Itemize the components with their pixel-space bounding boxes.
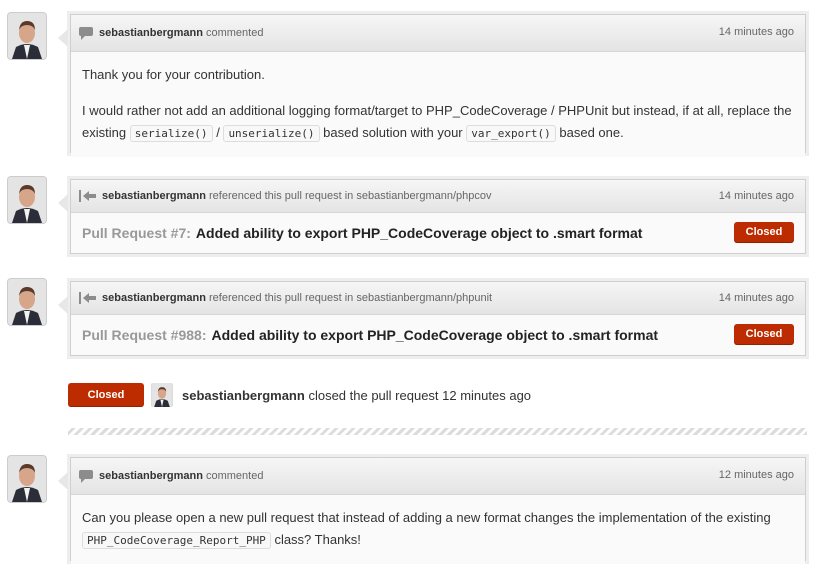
author-link[interactable]: sebastianbergmann <box>182 388 305 403</box>
action-text: referenced this pull request in sebastia… <box>208 292 493 304</box>
closed-state-badge: Closed <box>734 324 794 345</box>
comment-icon <box>79 26 93 40</box>
timestamp[interactable]: 14 minutes ago <box>719 26 794 38</box>
timestamp[interactable]: 14 minutes ago <box>719 190 794 202</box>
closed-event: Closed sebastianbergmann closed the pull… <box>68 383 531 407</box>
closed-state-badge: Closed <box>734 222 794 243</box>
author-link[interactable]: sebastianbergmann <box>102 292 206 304</box>
inline-code: serialize() <box>129 125 213 142</box>
action-text: referenced this pull request in sebastia… <box>208 190 492 202</box>
pull-request-ref: Pull Request #7: Added ability to export … <box>71 213 805 253</box>
author-link[interactable]: sebastianbergmann <box>99 470 203 482</box>
author-link[interactable]: sebastianbergmann <box>99 27 203 39</box>
comment-paragraph: Can you please open a new pull request t… <box>82 510 771 549</box>
author-link[interactable]: sebastianbergmann <box>102 190 206 202</box>
reference-header: sebastianbergmann referenced this pull r… <box>71 180 805 213</box>
avatar[interactable] <box>8 177 46 223</box>
inline-code: PHP_CodeCoverage_Report_PHP <box>82 532 271 549</box>
comment-box: sebastianbergmann commented 12 minutes a… <box>58 457 806 564</box>
reference-icon <box>79 190 96 202</box>
timestamp[interactable]: 12 minutes ago <box>719 469 794 481</box>
pull-request-ref: Pull Request #988: Added ability to expor… <box>71 315 805 355</box>
action-text: commented <box>205 27 264 39</box>
comment-body: Thank you for your contribution. I would… <box>71 52 805 157</box>
timeline-divider <box>68 428 807 435</box>
comment-paragraph: I would rather not add an additional log… <box>82 103 792 142</box>
action-text: commented <box>205 470 264 482</box>
comment-header: sebastianbergmann commented 12 minutes a… <box>71 458 805 495</box>
timestamp[interactable]: 14 minutes ago <box>719 292 794 304</box>
comment-icon <box>79 469 93 483</box>
event-text: closed the pull request 12 minutes ago <box>308 387 532 403</box>
pull-request-link[interactable]: Pull Request #988: Added ability to expor… <box>82 327 658 343</box>
comment-box: sebastianbergmann commented 14 minutes a… <box>58 14 806 157</box>
avatar[interactable] <box>8 279 46 325</box>
avatar[interactable] <box>151 383 173 407</box>
pull-request-link[interactable]: Pull Request #7: Added ability to export … <box>82 225 642 241</box>
reference-header: sebastianbergmann referenced this pull r… <box>71 282 805 315</box>
closed-state-badge: Closed <box>68 383 144 407</box>
comment-paragraph: Thank you for your contribution. <box>82 67 265 82</box>
inline-code: var_export() <box>466 125 556 142</box>
comment-body: Can you please open a new pull request t… <box>71 495 805 564</box>
avatar[interactable] <box>8 13 46 59</box>
reference-icon <box>79 292 96 304</box>
comment-header: sebastianbergmann commented 14 minutes a… <box>71 15 805 52</box>
avatar[interactable] <box>8 456 46 502</box>
reference-box: sebastianbergmann referenced this pull r… <box>58 179 806 254</box>
reference-box: sebastianbergmann referenced this pull r… <box>58 281 806 356</box>
inline-code: unserialize() <box>223 125 320 142</box>
